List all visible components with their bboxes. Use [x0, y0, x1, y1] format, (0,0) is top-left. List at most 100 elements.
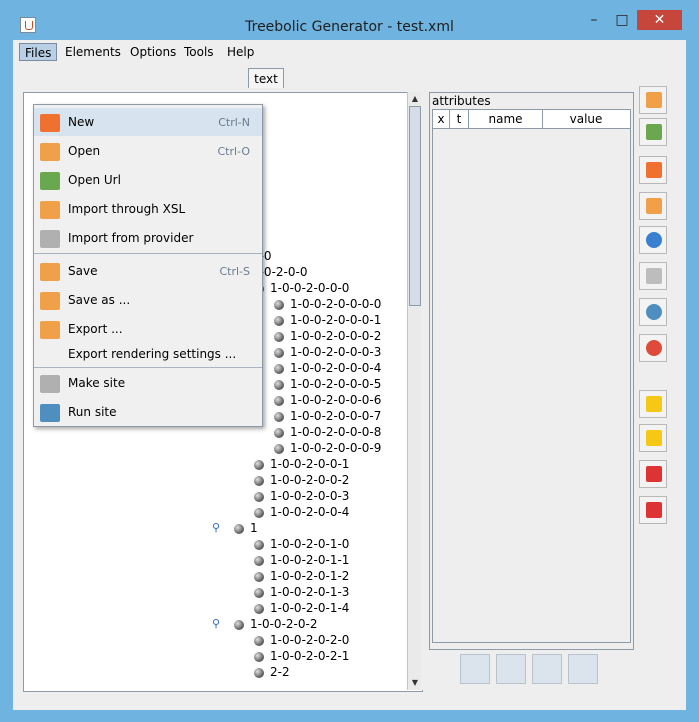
tree-node-label: 1-0-0-2-0-1-2	[270, 569, 350, 583]
tree-node[interactable]: 1-0-0-2-0-0-0-2	[274, 328, 381, 344]
layout-tree-icon[interactable]	[460, 654, 490, 684]
files-menu-item[interactable]: Import through XSL	[34, 195, 262, 223]
tree-node[interactable]: 1-0-0-2-0-0-0-9	[274, 440, 381, 456]
minimize-button[interactable]: –	[581, 10, 607, 30]
tree-node-label: 1-0-0-2-0-1-4	[270, 601, 350, 615]
tree-node-label: 1-0-0-2-0-1-3	[270, 585, 350, 599]
tree-node[interactable]: 1	[234, 520, 258, 536]
layout-hyperbolic-icon[interactable]	[568, 654, 598, 684]
menu-help[interactable]: Help	[222, 43, 259, 61]
tree-node[interactable]: 1-0-0-2-0-1-3	[254, 584, 349, 600]
tree-node-label: 1-0-0-2-0-0-0-0	[290, 297, 382, 311]
menu-options[interactable]: Options	[125, 43, 181, 61]
scroll-up-arrow-icon[interactable]: ▲	[409, 93, 421, 105]
column-name[interactable]: name	[469, 110, 543, 128]
title-bar[interactable]: Treebolic Generator - test.xml – □ ✕	[0, 0, 699, 40]
tree-node[interactable]: 1-0-0-2-0-0-1	[254, 456, 349, 472]
menu-item-shortcut: Ctrl-N	[218, 116, 250, 129]
menu-item-label: Export ...	[68, 322, 123, 336]
column-x[interactable]: x	[433, 110, 450, 128]
tree-node[interactable]: 1-0-0-2-0-0-3	[254, 488, 349, 504]
menu-item-shortcut: Ctrl-O	[217, 145, 250, 158]
layout-radial-icon[interactable]	[532, 654, 562, 684]
node-ball-icon	[254, 475, 264, 486]
column-value[interactable]: value	[543, 110, 629, 128]
scroll-down-arrow-icon[interactable]: ▼	[409, 677, 421, 689]
column-t[interactable]: t	[450, 110, 469, 128]
open-url-icon[interactable]	[639, 118, 667, 146]
tab-text[interactable]: text	[248, 68, 284, 88]
node-ball-icon	[254, 555, 264, 566]
right-toolbar	[637, 68, 669, 568]
layout-network-icon[interactable]	[496, 654, 526, 684]
tree-node[interactable]: 1-0-0-2-0-1-2	[254, 568, 349, 584]
pin-icon[interactable]: ⚲	[212, 617, 220, 630]
files-menu-item[interactable]: Export rendering settings ...	[34, 343, 262, 367]
files-menu-item[interactable]: New Ctrl-N	[34, 108, 262, 136]
menu-item-label: Open Url	[68, 173, 121, 187]
new-icon[interactable]	[639, 156, 667, 184]
tree-node-label: 1	[250, 521, 258, 535]
help-lifebuoy-icon[interactable]	[639, 334, 667, 362]
tree-node[interactable]: 1-0-0-2-0-2-1	[254, 648, 349, 664]
tree-node[interactable]: 1-0-0-2-0-0-0-0	[274, 296, 381, 312]
tree-node[interactable]: 1-0-0-2-0-0-0-8	[274, 424, 381, 440]
run-site-icon[interactable]	[639, 298, 667, 326]
tree-node-label: 1-0-0-2-0-0-0-8	[290, 425, 382, 439]
tree-node[interactable]: 1-0-0-2-0-0-2	[254, 472, 349, 488]
menu-elements[interactable]: Elements	[60, 43, 126, 61]
tree-node[interactable]: 1-0-0-2-0-0-0-7	[274, 408, 381, 424]
open-icon[interactable]	[639, 86, 667, 114]
menu-item-shortcut: Ctrl-S	[219, 265, 250, 278]
menu-item-label: Run site	[68, 405, 117, 419]
menu-item-label: Save as ...	[68, 293, 131, 307]
files-menu-item[interactable]: Open Url	[34, 166, 262, 194]
files-menu-item[interactable]: Make site	[34, 369, 262, 397]
maximize-button[interactable]: □	[609, 10, 635, 30]
tree-node[interactable]: 1-0-0-2-0-1-0	[254, 536, 349, 552]
menu-separator	[34, 367, 262, 368]
tree-node[interactable]: 1-0-0-2-0-0-0-6	[274, 392, 381, 408]
attributes-title: attributes	[432, 94, 491, 108]
node-ball-icon	[254, 571, 264, 582]
tree-node[interactable]: 1-0-0-2-0-0-0-3	[274, 344, 381, 360]
attributes-table-body[interactable]	[432, 129, 631, 643]
tree-node[interactable]: 1-0-0-2-0-0-0-4	[274, 360, 381, 376]
import-provider-icon	[40, 230, 60, 248]
tree-node[interactable]: 1-0-0-2-0-0-0	[254, 280, 349, 296]
tree-node[interactable]: 1-0-0-2-0-0-4	[254, 504, 349, 520]
node-ball-icon	[254, 587, 264, 598]
tree-node[interactable]: 1-0-0-2-0-0-0-5	[274, 376, 381, 392]
node-ball-icon	[254, 459, 264, 470]
tree-node[interactable]: 1-0-0-2-0-2	[234, 616, 317, 632]
menu-files[interactable]: Files	[19, 43, 58, 61]
scroll-thumb[interactable]	[409, 106, 421, 306]
node-ball-icon	[254, 507, 264, 518]
remove-node-icon[interactable]	[639, 424, 667, 452]
move-node-icon[interactable]	[639, 460, 667, 488]
tree-node[interactable]: 1-0-0-2-0-2-0	[254, 632, 349, 648]
copy-node-icon[interactable]	[639, 496, 667, 524]
add-node-icon[interactable]	[639, 390, 667, 418]
save-icon[interactable]	[639, 192, 667, 220]
files-menu-item[interactable]: Import from provider	[34, 224, 262, 252]
tree-node[interactable]: 1-0-0-2-0-1-1	[254, 552, 349, 568]
files-menu-item[interactable]: Save as ...	[34, 286, 262, 314]
tree-node[interactable]: 1-0-0-2-0-1-4	[254, 600, 349, 616]
client-area: Files Elements Options Tools Help text 0…	[13, 40, 686, 710]
menu-tools[interactable]: Tools	[179, 43, 219, 61]
files-menu-item[interactable]: Save Ctrl-S	[34, 257, 262, 285]
refresh-icon[interactable]	[639, 226, 667, 254]
panel-splitter[interactable]	[421, 92, 429, 690]
close-button[interactable]: ✕	[637, 10, 682, 30]
tree-node[interactable]: 2-2	[254, 664, 290, 680]
node-ball-icon	[274, 411, 284, 422]
files-menu-item[interactable]: Export ...	[34, 315, 262, 343]
tree-node[interactable]: 1-0-0-2-0-0-0-1	[274, 312, 381, 328]
make-site-icon[interactable]	[639, 262, 667, 290]
tree-node-label: 1-0-0-2-0-1-1	[270, 553, 350, 567]
files-menu-item[interactable]: Open Ctrl-O	[34, 137, 262, 165]
pin-icon[interactable]: ⚲	[212, 521, 220, 534]
files-menu-item[interactable]: Run site	[34, 398, 262, 426]
tree-scrollbar[interactable]: ▲ ▼	[407, 92, 422, 690]
